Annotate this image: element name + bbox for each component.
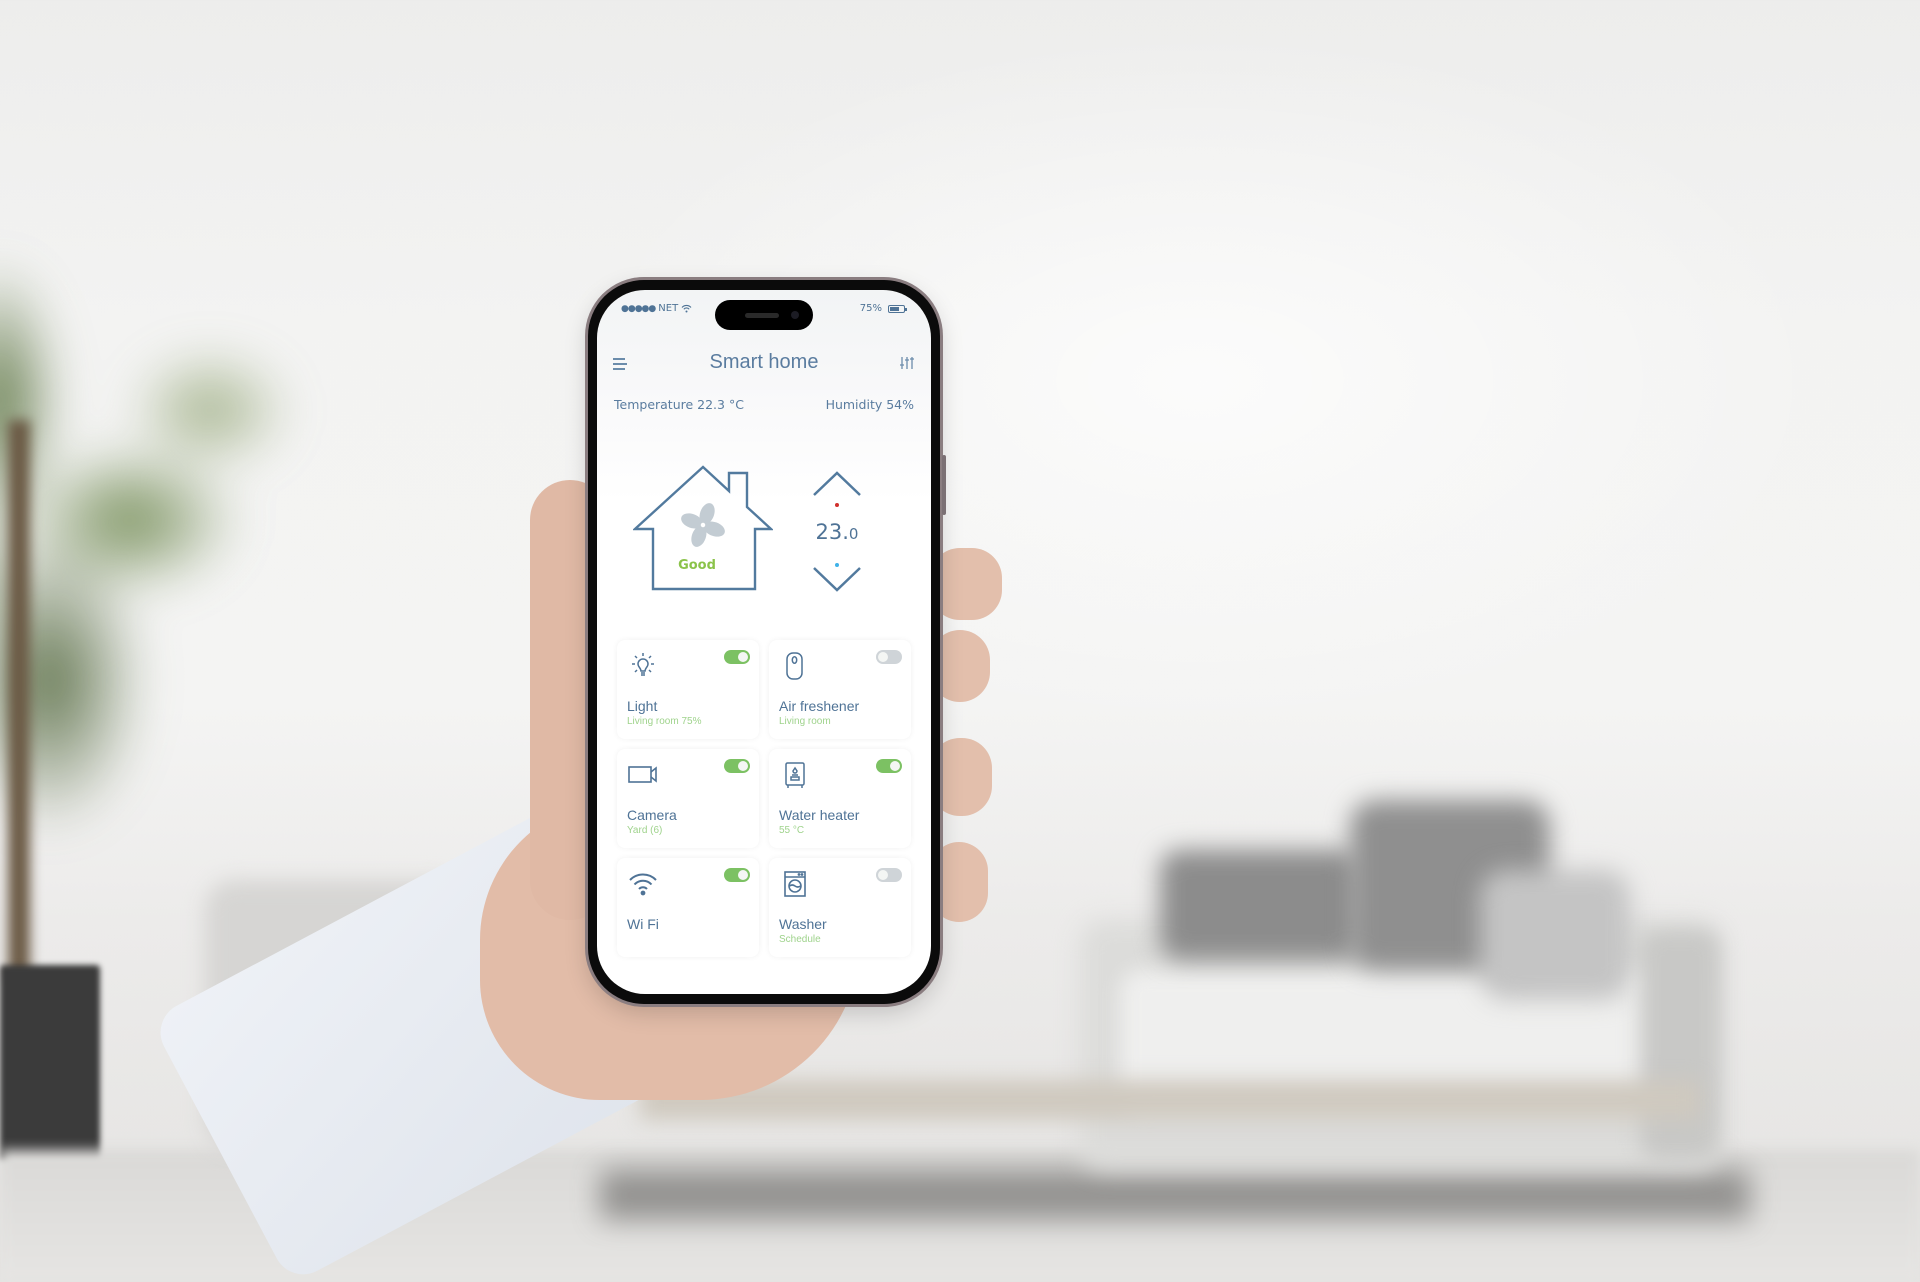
thermostat-control: 23.0 [807, 470, 867, 600]
device-card-light[interactable]: Light Living room 75% [617, 640, 759, 739]
device-detail: Living room 75% [627, 716, 702, 727]
background-pillow [1160, 850, 1360, 960]
status-bar-right: 75% [859, 303, 907, 314]
background-sofa [1080, 920, 1720, 1170]
toggle-knob [738, 870, 748, 880]
hand-finger [930, 548, 1002, 620]
background-plant [0, 160, 340, 860]
page-title: Smart home [709, 351, 819, 373]
background-sofa-seat [1120, 970, 1700, 1110]
device-card-wifi[interactable]: Wi Fi [617, 858, 759, 957]
toggle-wifi[interactable] [724, 868, 750, 882]
toggle-knob [890, 761, 900, 771]
speaker-grille [745, 313, 779, 318]
background-armchair [205, 880, 465, 1150]
toggle-knob [738, 652, 748, 662]
background-rug [600, 1170, 1750, 1220]
background-floor [0, 1150, 1920, 1282]
background-pillow [1480, 870, 1630, 1000]
air-quality-status: Good [678, 558, 716, 573]
background-plant-pot [0, 965, 100, 1160]
heat-indicator-dot [835, 503, 839, 507]
toggle-light[interactable] [724, 650, 750, 664]
phone-device: ●●●●● NET 75% Smart home Temperature 22.… [588, 280, 946, 1004]
device-detail: Schedule [779, 934, 821, 945]
water-heater-icon [785, 762, 805, 788]
toggle-camera[interactable] [724, 759, 750, 773]
battery-icon [888, 304, 907, 313]
device-name: Wi Fi [627, 916, 659, 932]
dynamic-island [715, 300, 813, 330]
carrier-label: NET [658, 303, 679, 314]
app-bar: Smart home [597, 345, 931, 381]
device-name: Light [627, 698, 658, 714]
status-bar-left: ●●●●● NET [621, 303, 692, 314]
device-card-air-freshener[interactable]: Air freshener Living room [769, 640, 911, 739]
device-name: Air freshener [779, 698, 860, 714]
wifi-icon [681, 305, 692, 313]
humidity-label: Humidity 54% [825, 397, 914, 412]
fan-icon [681, 503, 725, 547]
battery-level [890, 306, 900, 311]
device-card-camera[interactable]: Camera Yard (6) [617, 749, 759, 848]
background-pillow [1350, 800, 1550, 970]
chevron-up-icon[interactable] [811, 470, 863, 498]
device-detail: Living room [779, 716, 831, 727]
wifi-icon [629, 873, 657, 896]
phone-side-button [942, 455, 946, 515]
battery-percent: 75% [859, 303, 882, 314]
toggle-air-freshener[interactable] [876, 650, 902, 664]
video-camera-icon [628, 766, 657, 783]
sliders-icon[interactable] [899, 355, 915, 371]
chevron-down-icon[interactable] [811, 565, 863, 593]
device-name: Washer [779, 916, 827, 932]
signal-strength-icon: ●●●●● [621, 303, 656, 314]
setpoint-decimal: 0 [848, 525, 859, 543]
environment-readout: Temperature 22.3 °C Humidity 54% [614, 397, 914, 412]
device-detail: Yard (6) [627, 825, 663, 836]
lightbulb-icon [632, 653, 654, 676]
device-grid: Light Living room 75% Air freshener Livi… [617, 640, 913, 957]
device-card-washer[interactable]: Washer Schedule [769, 858, 911, 957]
air-freshener-icon [786, 652, 803, 680]
device-name: Water heater [779, 807, 860, 823]
device-card-water-heater[interactable]: Water heater 55 °C [769, 749, 911, 848]
background-plant-trunk [8, 420, 30, 980]
device-detail: 55 °C [779, 825, 805, 836]
device-name: Camera [627, 807, 677, 823]
washing-machine-icon [784, 871, 806, 897]
toggle-washer[interactable] [876, 868, 902, 882]
background-coffee-table [640, 1080, 1700, 1120]
phone-screen: ●●●●● NET 75% Smart home Temperature 22.… [597, 290, 931, 994]
toggle-knob [878, 870, 888, 880]
temperature-label: Temperature 22.3 °C [614, 397, 744, 412]
setpoint-integer: 23. [815, 520, 849, 544]
toggle-knob [738, 761, 748, 771]
toggle-knob [878, 652, 888, 662]
front-camera [791, 311, 799, 319]
toggle-water-heater[interactable] [876, 759, 902, 773]
background-sofa-arm [1640, 930, 1720, 1160]
temperature-setpoint: 23.0 [807, 520, 867, 544]
background-wall [0, 0, 1920, 1282]
